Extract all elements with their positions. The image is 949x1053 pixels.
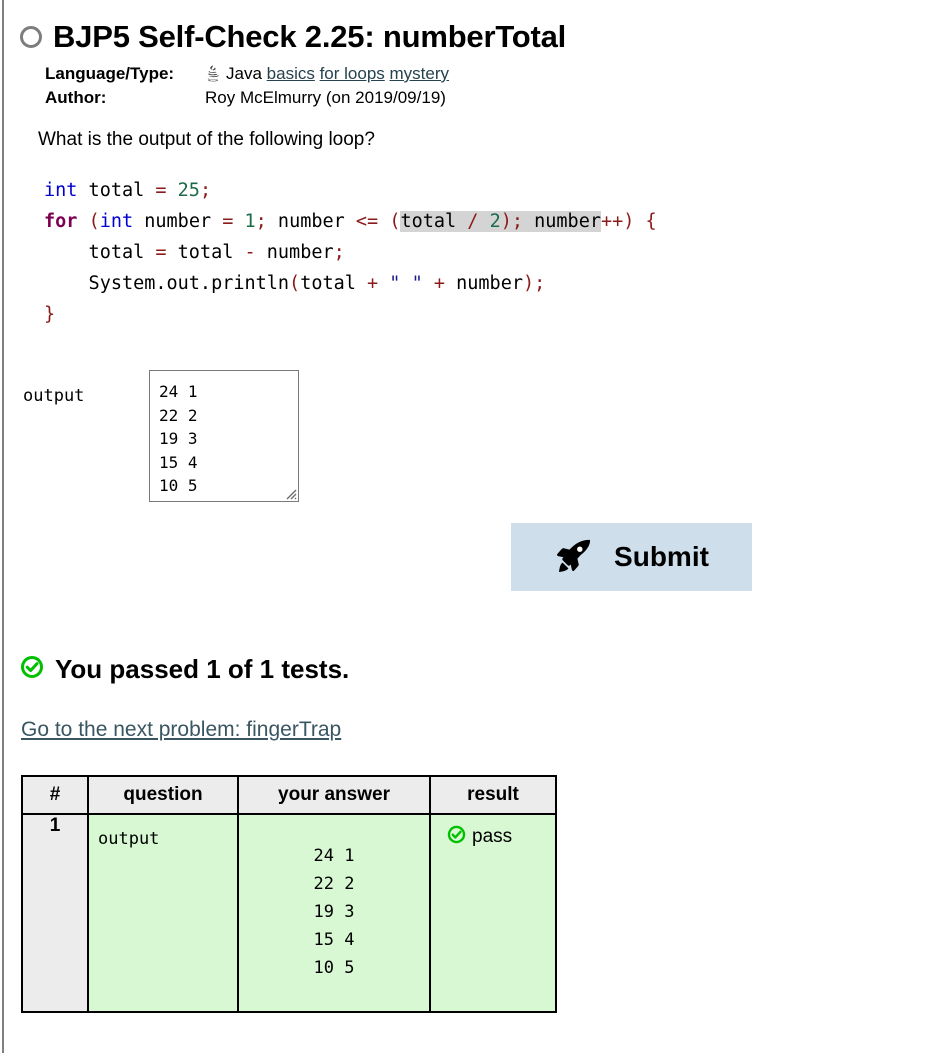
meta-row-language: Language/Type: Java basics for loops mys… — [45, 63, 949, 87]
row-result: pass — [430, 813, 557, 1013]
language-label: Language/Type: — [45, 64, 175, 83]
row-question-text: output — [98, 829, 160, 849]
row-result-inner: pass — [431, 815, 555, 861]
row-number: 1 — [21, 813, 89, 1013]
tag-link-basics[interactable]: basics — [267, 64, 315, 83]
row-result-text: pass — [472, 826, 513, 847]
row-your-answer-text: 24 1 22 2 19 3 15 4 10 5 — [313, 846, 355, 978]
code-block: int total = 25; for (int number = 1; num… — [44, 180, 657, 325]
answer-textarea[interactable]: 24 1 22 2 19 3 15 4 10 5 — [149, 370, 299, 502]
table-row: 1 output 24 1 22 2 19 3 15 4 10 5 pass — [21, 813, 557, 1013]
results-table: # question your answer result 1 output 2… — [21, 775, 557, 1013]
author-value: Roy McElmurry (on 2019/09/19) — [205, 88, 446, 107]
results-header-question: question — [87, 775, 239, 815]
question-prompt: What is the output of the following loop… — [38, 129, 375, 150]
answer-area: output 24 1 22 2 19 3 15 4 10 5 — [0, 370, 949, 505]
tag-link-for-loops[interactable]: for loops — [320, 64, 385, 83]
tag-link-mystery[interactable]: mystery — [390, 64, 450, 83]
results-header-number: # — [21, 775, 89, 815]
author-label: Author: — [45, 88, 107, 107]
rocket-icon — [554, 539, 592, 576]
page-content: BJP5 Self-Check 2.25: numberTotal Langua… — [0, 0, 949, 1013]
submit-button[interactable]: Submit — [511, 523, 752, 591]
submit-button-label: Submit — [614, 541, 709, 572]
answer-value: 24 1 22 2 19 3 15 4 10 5 — [159, 382, 198, 495]
result-banner: You passed 1 of 1 tests. — [20, 654, 949, 685]
meta-row-author: Author: Roy McElmurry (on 2019/09/19) — [45, 87, 949, 108]
page-title-row: BJP5 Self-Check 2.25: numberTotal — [0, 0, 949, 52]
circle-outline-icon[interactable] — [20, 25, 42, 48]
language-value: Java basics for loops mystery — [205, 63, 449, 87]
language-name: Java — [226, 64, 262, 83]
results-header-your-answer: your answer — [237, 775, 431, 815]
submit-area: Submit — [0, 523, 949, 593]
page-title: BJP5 Self-Check 2.25: numberTotal — [53, 19, 567, 54]
results-header-result: result — [429, 775, 557, 815]
check-circle-icon — [447, 825, 466, 849]
row-question: output — [87, 813, 239, 1013]
results-table-header-row: # question your answer result — [21, 775, 557, 815]
status-badge: pass — [431, 825, 555, 849]
row-your-answer: 24 1 22 2 19 3 15 4 10 5 — [238, 813, 431, 1013]
result-message: You passed 1 of 1 tests. — [55, 654, 350, 684]
answer-label: output — [23, 386, 85, 406]
check-circle-icon — [20, 655, 44, 684]
resize-grip-icon[interactable] — [283, 486, 297, 500]
next-problem-link[interactable]: Go to the next problem: fingerTrap — [21, 718, 341, 742]
java-cup-icon — [205, 64, 221, 87]
problem-meta: Language/Type: Java basics for loops mys… — [45, 63, 949, 108]
